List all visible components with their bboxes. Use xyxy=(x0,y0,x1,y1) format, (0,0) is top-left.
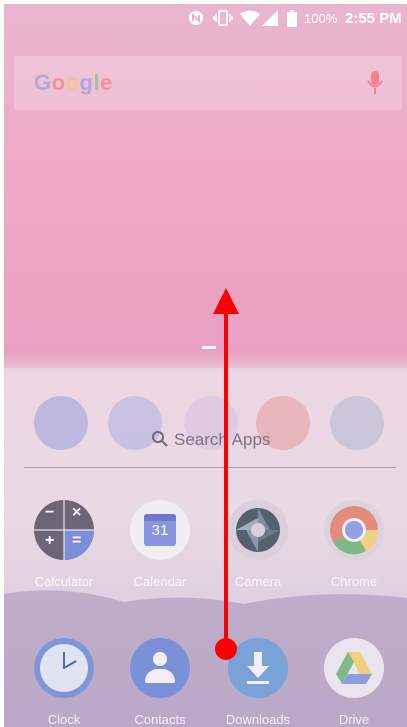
calendar-icon: 31 xyxy=(130,500,190,560)
mic-icon[interactable] xyxy=(366,70,384,96)
clock-icon xyxy=(34,638,94,698)
app-calendar[interactable]: 31 Calendar xyxy=(120,500,200,589)
wifi-icon xyxy=(240,10,260,26)
app-label: Downloads xyxy=(225,712,291,727)
status-time: 2:55 PM xyxy=(345,10,402,27)
battery-percent: 100% xyxy=(304,11,338,26)
app-chrome[interactable]: Chrome xyxy=(314,500,394,589)
app-label: Chrome xyxy=(330,574,378,589)
vibrate-icon xyxy=(213,10,233,26)
downloads-icon xyxy=(228,638,288,698)
search-apps-placeholder: Search Apps xyxy=(174,430,271,449)
app-label: Drive xyxy=(338,712,370,727)
search-icon xyxy=(152,431,168,447)
drawer-handle[interactable] xyxy=(202,346,216,349)
app-drive[interactable]: Drive xyxy=(314,638,394,727)
camera-icon xyxy=(228,500,288,560)
cell-signal-icon xyxy=(262,10,278,26)
google-logo: Google xyxy=(34,70,113,95)
battery-icon xyxy=(287,10,297,27)
search-underline xyxy=(24,467,396,468)
chrome-icon xyxy=(324,500,384,560)
status-bar: 100% 2:55 PM xyxy=(4,4,407,34)
drive-icon xyxy=(324,638,384,698)
gesture-arrowhead xyxy=(213,288,239,314)
calculator-icon: − × + = xyxy=(34,500,94,560)
app-label: Calendar xyxy=(133,574,187,589)
nfc-icon xyxy=(189,11,203,25)
home-screen: 100% 2:55 PM Google Search Apps − × + = … xyxy=(4,4,407,727)
app-label: Clock xyxy=(47,712,81,727)
app-contacts[interactable]: Contacts xyxy=(120,638,200,727)
contacts-icon xyxy=(130,638,190,698)
calendar-day: 31 xyxy=(151,522,169,539)
google-search-bar[interactable]: Google xyxy=(14,56,402,110)
app-calculator[interactable]: − × + = Calculator xyxy=(24,500,104,589)
app-downloads[interactable]: Downloads xyxy=(218,638,298,727)
app-clock[interactable]: Clock xyxy=(24,638,104,727)
search-apps-field[interactable]: Search Apps xyxy=(24,414,396,468)
app-label: Calculator xyxy=(34,574,94,589)
app-camera[interactable]: Camera xyxy=(218,500,298,589)
app-label: Camera xyxy=(234,574,282,589)
app-label: Contacts xyxy=(134,712,186,727)
